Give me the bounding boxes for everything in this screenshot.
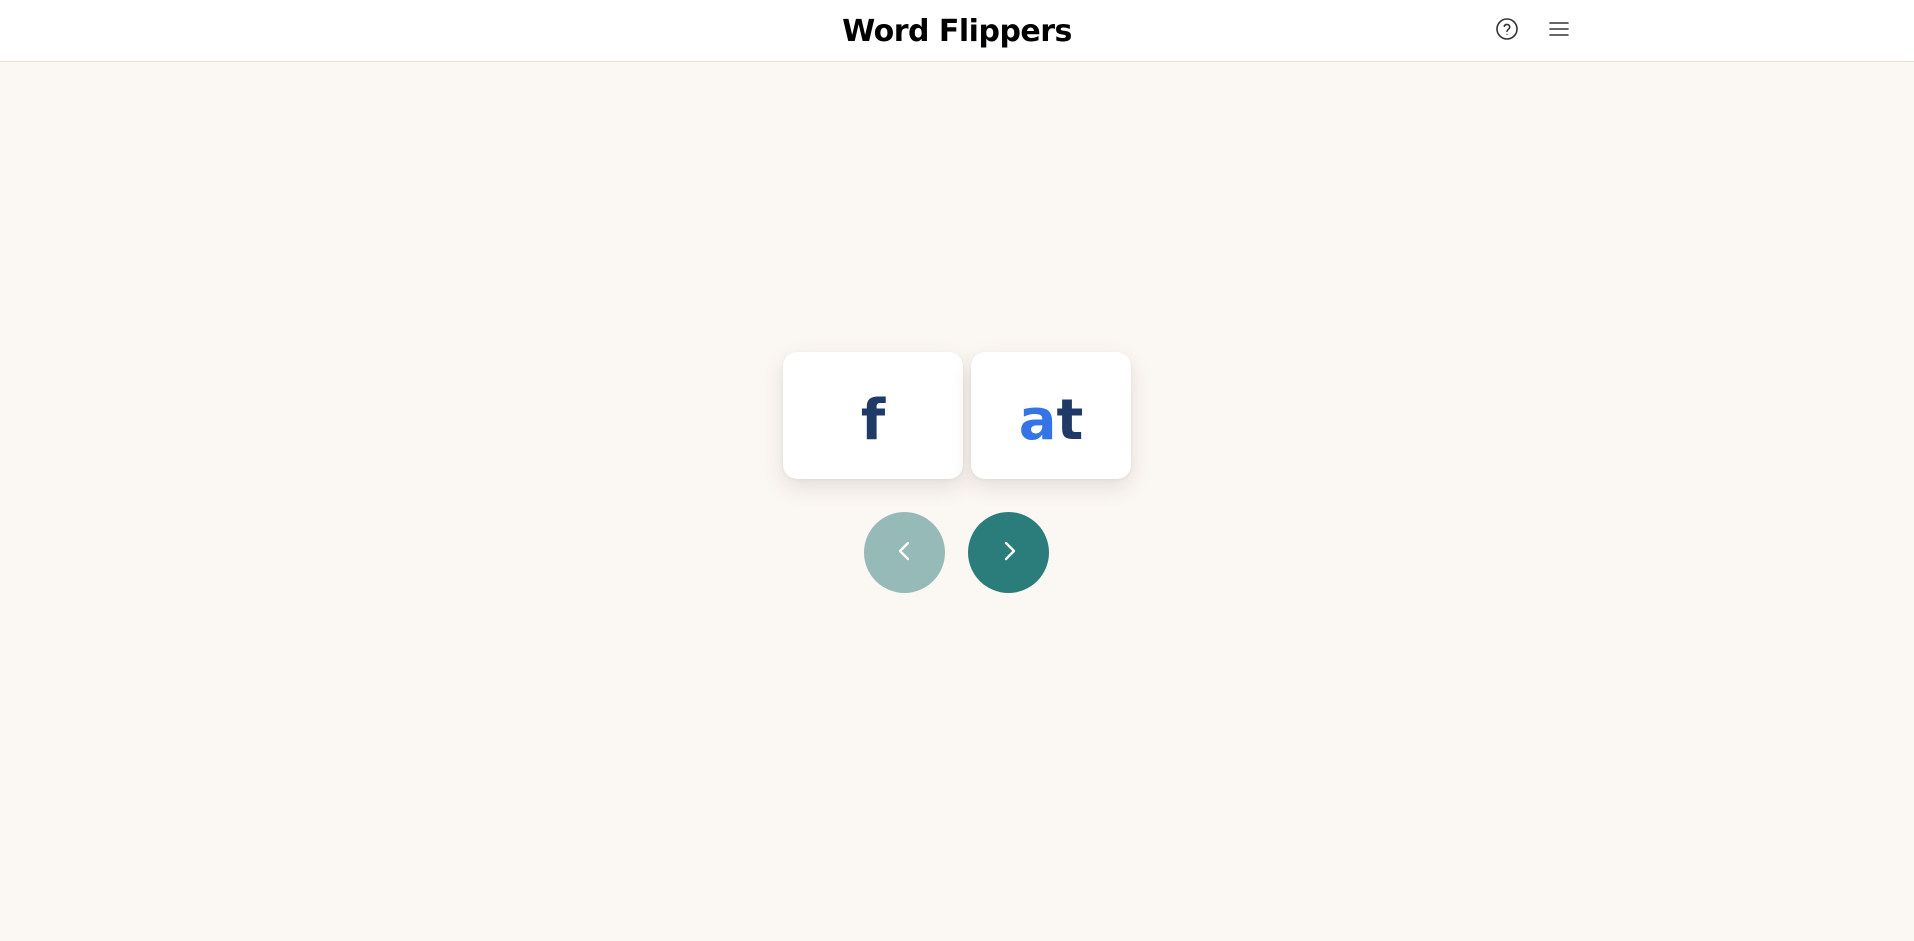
onset-letter: f [860, 387, 886, 453]
onset-card[interactable]: f [783, 352, 963, 479]
previous-button[interactable] [864, 512, 945, 593]
help-button[interactable] [1491, 14, 1523, 46]
rime-card[interactable]: at [971, 352, 1131, 479]
rime-ending: t [1056, 387, 1084, 453]
rime-vowel: a [1018, 387, 1057, 453]
help-circle-icon [1495, 17, 1519, 44]
chevron-right-icon [997, 539, 1021, 566]
hamburger-menu-icon [1548, 18, 1570, 43]
chevron-left-icon [893, 539, 917, 566]
app-title: Word Flippers [842, 14, 1072, 49]
top-bar: Word Flippers [0, 0, 1914, 62]
rime-letters: at [1019, 392, 1084, 449]
menu-button[interactable] [1543, 14, 1575, 46]
next-button[interactable] [968, 512, 1049, 593]
